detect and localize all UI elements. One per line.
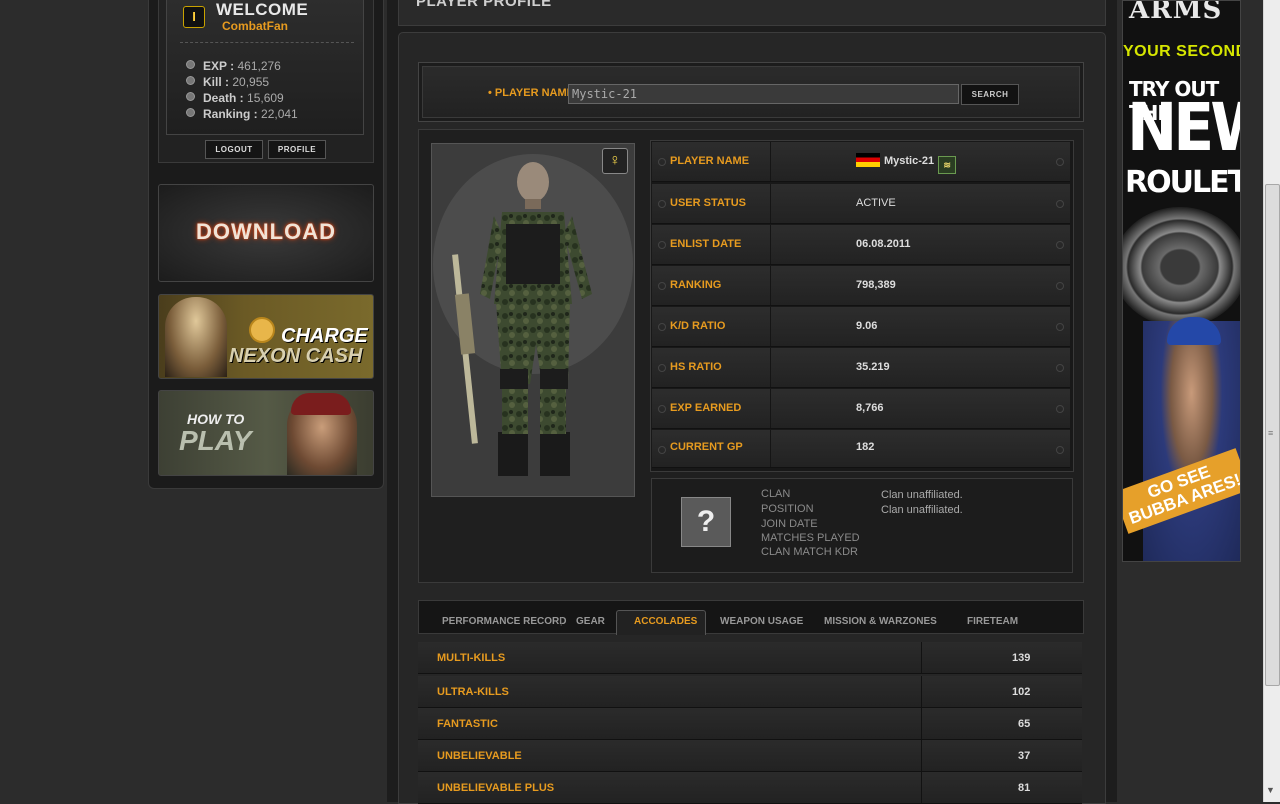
info-row-user-status: USER STATUS ACTIVE	[652, 184, 1070, 224]
ad-roulette: ROULETTE	[1125, 165, 1240, 200]
bubba-portrait-icon	[1143, 321, 1240, 561]
ad-tagline: YOUR SECOND	[1123, 43, 1241, 60]
bullet-icon	[1056, 446, 1064, 454]
coin-stack-icon	[249, 317, 275, 343]
germany-flag-icon	[856, 153, 880, 167]
logout-button[interactable]: LOGOUT	[205, 140, 263, 159]
info-row-player-name: PLAYER NAME Mystic-21 ≋	[652, 142, 1070, 182]
bullet-icon	[658, 405, 666, 413]
scroll-grip-icon: ≡	[1268, 428, 1274, 438]
soldier-figure-icon	[432, 144, 634, 496]
bullet-icon	[658, 364, 666, 372]
roulette-wheel-icon	[1123, 207, 1240, 327]
clan-value: Clan unaffiliated.	[881, 489, 963, 501]
tab-performance-record[interactable]: PERFORMANCE RECORD	[442, 616, 566, 627]
scroll-down-arrow-icon[interactable]: ▼	[1266, 785, 1275, 795]
info-row-kd-ratio: K/D RATIO 9.06	[652, 307, 1070, 347]
female-gender-icon: ♀	[602, 148, 628, 174]
info-row-exp-earned: EXP EARNED 8,766	[652, 389, 1070, 429]
tab-weapon-usage[interactable]: WEAPON USAGE	[720, 616, 803, 627]
bullet-icon	[658, 323, 666, 331]
stat-death: Death : 15,609	[186, 91, 284, 105]
bullet-icon	[658, 158, 666, 166]
search-label: • PLAYER NAME	[488, 87, 574, 99]
bullet-icon	[1056, 241, 1064, 249]
welcome-title: WELCOME	[216, 0, 309, 19]
play-label: PLAY	[179, 425, 252, 456]
stat-ranking: Ranking : 22,041	[186, 107, 298, 121]
stat-exp: EXP : 461,276	[186, 59, 281, 73]
info-row-hs-ratio: HS RATIO 35.219	[652, 348, 1070, 388]
clan-position-value: Clan unaffiliated.	[881, 504, 963, 516]
profile-button[interactable]: PROFILE	[268, 140, 326, 159]
info-row-enlist-date: ENLIST DATE 06.08.2011	[652, 225, 1070, 265]
welcome-username: CombatFan	[222, 19, 288, 33]
bullet-icon	[658, 200, 666, 208]
bullet-icon	[1056, 200, 1064, 208]
charge-nexon-cash-banner[interactable]: CHARGE NEXON CASH	[158, 294, 374, 379]
clan-position-label: POSITION	[761, 503, 814, 515]
bullet-icon	[1056, 282, 1064, 290]
clan-label: CLAN	[761, 488, 791, 500]
clan-kdr-label: CLAN MATCH KDR	[761, 546, 858, 558]
tab-accolades[interactable]: ACCOLADES	[634, 616, 697, 627]
ad-new: NEW	[1127, 89, 1240, 167]
unknown-clan-icon: ?	[681, 497, 731, 547]
accolade-row: UNBELIEVABLE PLUS 81	[418, 772, 1082, 804]
tab-fireteam[interactable]: FIRETEAM	[967, 616, 1018, 627]
accolade-row: ULTRA-KILLS 102	[418, 676, 1082, 708]
bullet-icon	[1056, 405, 1064, 413]
info-row-current-gp: CURRENT GP 182	[652, 430, 1070, 468]
page-title: PLAYER PROFILE	[416, 0, 552, 10]
bullet-icon	[658, 446, 666, 454]
rank-insignia-icon: ≋	[938, 156, 957, 174]
bullet-icon	[186, 76, 195, 85]
accolade-row: FANTASTIC 65	[418, 708, 1082, 740]
nexon-cash-label: NEXON CASH	[229, 345, 363, 367]
bullet-icon	[1056, 323, 1064, 331]
player-name-value: Mystic-21	[884, 155, 935, 167]
roulette-advertisement[interactable]: ARMS YOUR SECOND TRY OUT THE NEW ROULETT…	[1122, 0, 1241, 562]
download-banner[interactable]: DOWNLOAD	[158, 184, 374, 282]
clan-matches-label: MATCHES PLAYED	[761, 532, 860, 544]
how-to-play-banner[interactable]: HOW TO PLAY	[158, 390, 374, 476]
accolade-row: UNBELIEVABLE 37	[418, 740, 1082, 772]
search-button[interactable]: SEARCH	[961, 84, 1019, 105]
bullet-icon	[186, 108, 195, 117]
tab-separator: |	[560, 616, 563, 626]
bullet-icon	[186, 92, 195, 101]
ad-brand: ARMS	[1129, 0, 1223, 25]
download-label: DOWNLOAD	[196, 219, 336, 244]
stat-kill: Kill : 20,955	[186, 75, 269, 89]
bullet-icon	[186, 60, 195, 69]
beret-icon	[291, 393, 351, 415]
tab-mission-warzones[interactable]: MISSION & WARZONES	[824, 616, 937, 627]
welcome-divider	[180, 42, 354, 43]
bullet-icon	[1056, 364, 1064, 372]
tab-gear[interactable]: GEAR	[576, 616, 605, 627]
clan-join-date-label: JOIN DATE	[761, 518, 818, 530]
player-name-input[interactable]	[568, 84, 959, 104]
character-avatar	[431, 143, 635, 497]
info-row-ranking: RANKING 798,389	[652, 266, 1070, 306]
coin-icon: I	[183, 6, 205, 28]
bullet-icon	[658, 282, 666, 290]
accolade-row: MULTI-KILLS 139	[418, 642, 1082, 674]
bullet-icon	[658, 241, 666, 249]
bullet-icon	[1056, 158, 1064, 166]
character-portrait-icon	[165, 297, 227, 377]
